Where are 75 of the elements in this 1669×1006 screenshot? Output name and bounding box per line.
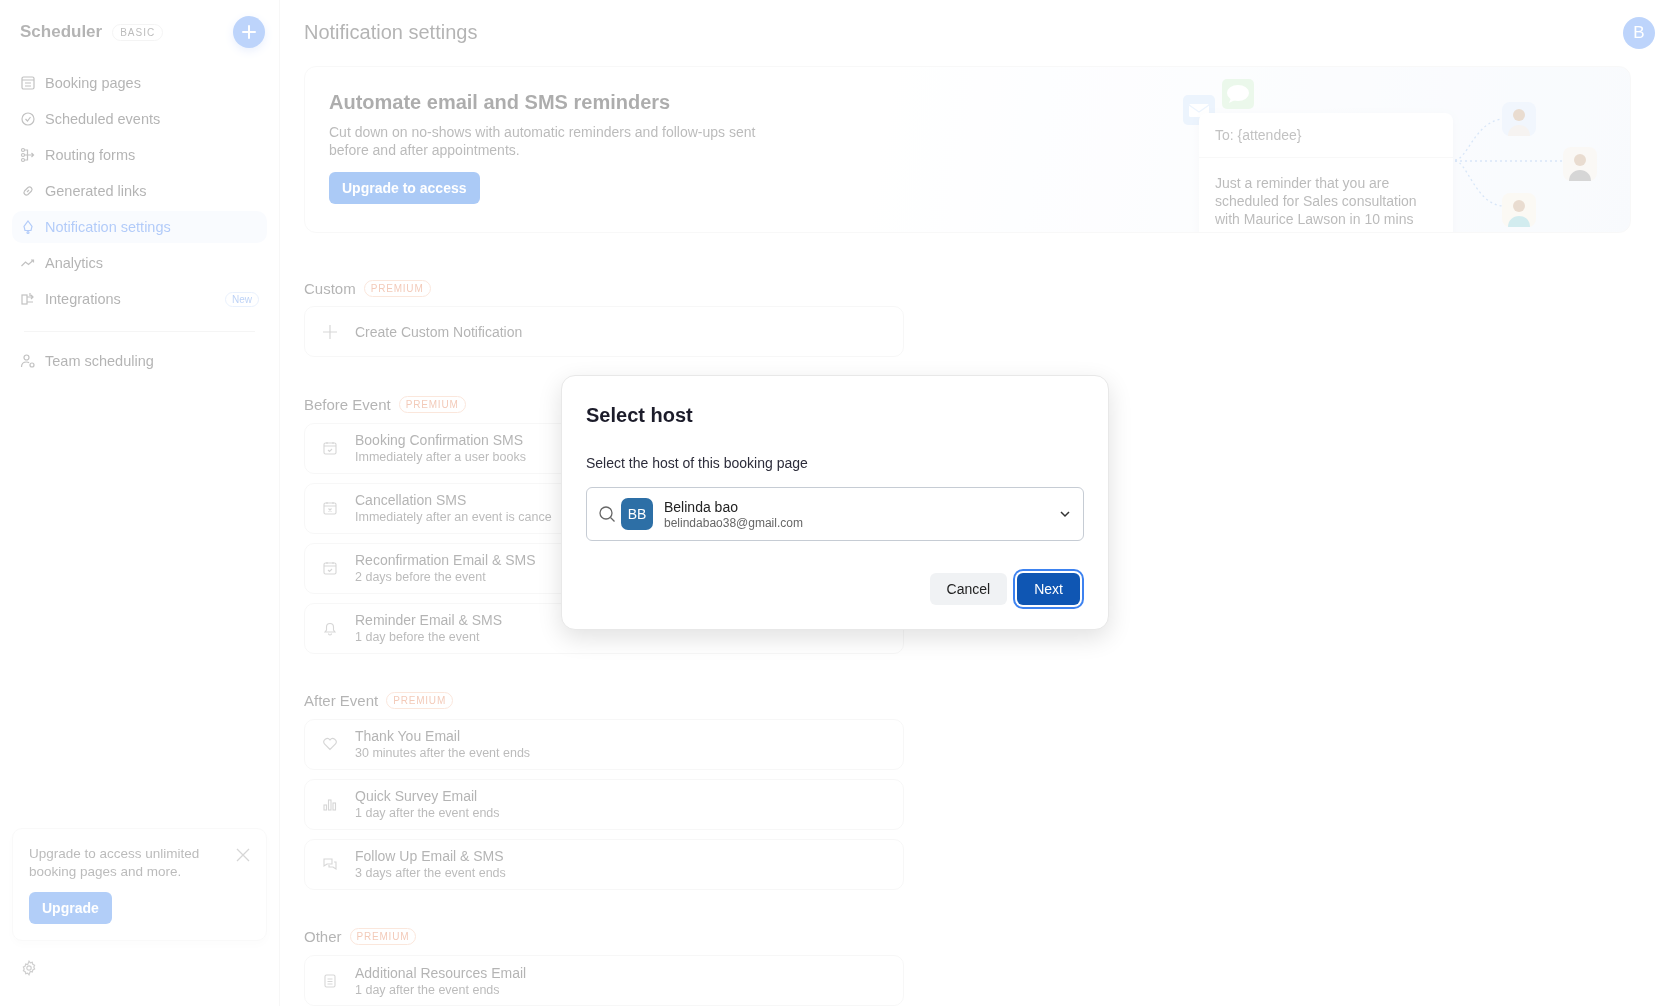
- bell-icon: [322, 620, 338, 636]
- add-button[interactable]: [233, 16, 265, 48]
- check-circle-icon: [20, 111, 36, 127]
- section-title: Before Event: [304, 395, 391, 413]
- notification-card[interactable]: Thank You Email 30 minutes after the event ends: [304, 718, 904, 770]
- field-label: Select the host of this booking page: [586, 455, 809, 471]
- nav-item[interactable]: Team scheduling: [12, 345, 267, 377]
- section-title: Custom: [304, 279, 356, 297]
- host-avatar: BB: [621, 498, 653, 530]
- upgrade-button[interactable]: Upgrade to access: [329, 171, 480, 204]
- banner-description: Cut down on no-shows with automatic reminders and follow-ups sent before and after appointments.: [329, 122, 757, 159]
- person-avatar-icon: [1502, 101, 1536, 136]
- notification-title: Thank You Email: [355, 728, 462, 745]
- notification-title: Additional Resources Email: [355, 964, 527, 981]
- settings-icon[interactable]: [21, 960, 37, 976]
- notification-timing: 1 day after the event ends: [355, 806, 500, 821]
- nav-item[interactable]: Notification settings: [12, 211, 267, 243]
- notification-title: Reminder Email & SMS: [355, 612, 503, 628]
- section-title: Other: [304, 928, 342, 946]
- plus-icon: [322, 323, 338, 340]
- search-icon: [598, 505, 616, 523]
- create-notification-button[interactable]: Create Custom Notification: [304, 306, 904, 358]
- nav-item[interactable]: Analytics: [12, 247, 267, 279]
- nav-item[interactable]: Generated links: [12, 175, 267, 207]
- notification-timing: 3 days after the event ends: [355, 866, 506, 881]
- user-avatar[interactable]: B: [1623, 16, 1655, 49]
- person-avatar-icon: [1563, 146, 1597, 181]
- notification-timing: Immediately after a user books: [355, 450, 526, 464]
- notification-title: Cancellation SMS: [355, 492, 468, 508]
- list-icon: [20, 75, 36, 91]
- notification-timing: 1 day after the event ends: [355, 982, 501, 997]
- notification-title: Reconfirmation Email & SMS: [355, 552, 536, 568]
- calendar-check-icon: [322, 440, 338, 456]
- notification-title: Quick Survey Email: [355, 788, 479, 805]
- notification-timing: 2 days before the event: [355, 570, 487, 584]
- nav-item[interactable]: Booking pages: [12, 67, 267, 99]
- host-select[interactable]: BB Belinda bao belindabao38@gmail.com: [586, 487, 1084, 541]
- notification-timing: Immediately after an event is cance: [355, 510, 552, 524]
- notification-card[interactable]: Additional Resources Email 1 day after the event ends: [304, 955, 904, 1006]
- calendar-x-icon: [322, 500, 338, 516]
- notification-title: Booking Confirmation SMS: [355, 432, 525, 448]
- host-email: belindabao38@gmail.com: [664, 515, 803, 530]
- close-icon[interactable]: [236, 848, 250, 862]
- heart-icon: [322, 736, 338, 753]
- section-title: After Event: [304, 692, 379, 710]
- plus-icon: [242, 25, 256, 39]
- integration-icon: [20, 291, 36, 307]
- notification-title: Follow Up Email & SMS: [355, 848, 505, 865]
- upgrade-message: Upgrade to access unlimited booking pages and more.: [29, 845, 201, 881]
- page-title: Notification settings: [304, 21, 478, 45]
- dialog-title: Select host: [586, 404, 694, 427]
- banner-title: Automate email and SMS reminders: [329, 90, 672, 114]
- document-icon: [322, 972, 338, 989]
- notification-timing: 1 day before the event: [355, 630, 481, 644]
- app-name: Scheduler: [20, 22, 103, 42]
- notification-timing: 30 minutes after the event ends: [355, 746, 531, 761]
- bell-icon: [20, 219, 36, 235]
- nav-item[interactable]: Routing forms: [12, 139, 267, 171]
- recipient-text: To: {attendee}: [1199, 112, 1453, 158]
- cancel-button[interactable]: Cancel: [929, 573, 1008, 605]
- host-name: Belinda bao: [664, 498, 739, 515]
- link-icon: [20, 183, 36, 199]
- notification-card[interactable]: Quick Survey Email 1 day after the event ends: [304, 778, 904, 830]
- person-avatar-icon: [1502, 192, 1536, 227]
- bar-chart-icon: [322, 796, 338, 813]
- upgrade-button[interactable]: Upgrade: [29, 892, 112, 924]
- chevron-down-icon: [1059, 510, 1071, 518]
- nav-item[interactable]: Scheduled events: [12, 103, 267, 135]
- calendar-check-icon: [322, 560, 338, 576]
- team-icon: [20, 353, 36, 369]
- notification-card[interactable]: Follow Up Email & SMS 3 days after the event ends: [304, 838, 904, 890]
- message-text: Just a reminder that you are scheduled for Sales consultation with Maurice Lawson in 10 mins: [1214, 173, 1418, 229]
- chat-icon: [322, 856, 338, 873]
- flow-icon: [20, 147, 36, 163]
- nav-item[interactable]: Integrations New: [12, 283, 267, 315]
